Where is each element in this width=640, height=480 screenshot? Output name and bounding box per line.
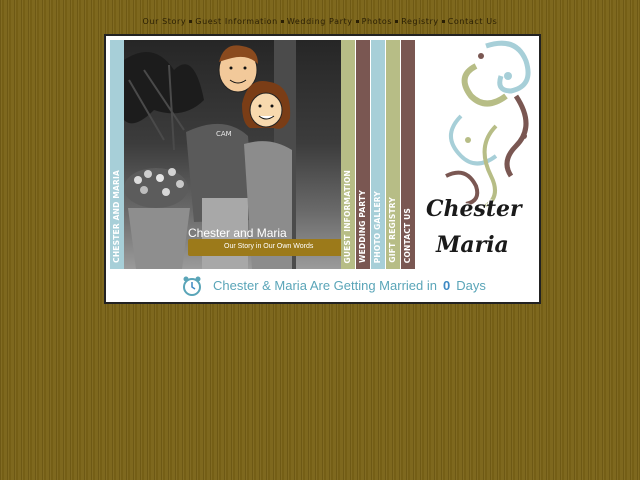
nav-contact-us[interactable]: Contact Us [448, 17, 498, 26]
nav-separator [441, 19, 445, 23]
main-panel: CHESTER AND MARIA CAM Chester and Maria … [106, 36, 539, 302]
svg-text:CAM: CAM [216, 130, 232, 138]
nav-bar-label: PHOTO GALLERY [373, 190, 382, 263]
nav-separator [395, 19, 399, 23]
nav-bar-wedding-party[interactable]: WEDDING PARTY [356, 40, 370, 269]
nav-bar-label: WEDDING PARTY [358, 190, 367, 263]
nav-bar-label: GIFT REGISTRY [388, 197, 397, 263]
nav-bar-label: GUEST INFORMATION [343, 169, 352, 263]
alarm-clock-icon [182, 276, 202, 296]
nav-bar-label: CONTACT US [403, 207, 412, 263]
countdown-suffix: Days [456, 278, 486, 293]
nav-bar-photo-gallery[interactable]: PHOTO GALLERY [371, 40, 385, 269]
couple-photo: CAM Chester and Maria Our Story in Our O… [124, 40, 341, 269]
nav-photos[interactable]: Photos [362, 17, 393, 26]
caption-subtitle: Our Story in Our Own Words [224, 243, 314, 250]
nav-guest-information[interactable]: Guest Information [195, 17, 278, 26]
left-strip-label: CHESTER AND MARIA [112, 170, 121, 263]
nav-separator [355, 19, 359, 23]
nav-wedding-party[interactable]: Wedding Party [287, 17, 353, 26]
countdown-text: Chester & Maria Are Getting Married in 0 D… [213, 278, 486, 293]
nav-bar-gift-registry[interactable]: GIFT REGISTRY [386, 40, 400, 269]
nav-registry[interactable]: Registry [401, 17, 439, 26]
countdown-days: 0 [442, 278, 451, 293]
nav-separator [280, 19, 284, 23]
main-frame: CHESTER AND MARIA CAM Chester and Maria … [104, 34, 541, 304]
left-strip[interactable]: CHESTER AND MARIA [110, 40, 124, 269]
caption-title: Chester and Maria [188, 226, 287, 240]
nav-bar-guest-information[interactable]: GUEST INFORMATION [341, 40, 355, 269]
logo-name-2: Maria [436, 232, 509, 258]
nav-bar-contact-us[interactable]: CONTACT US [401, 40, 415, 269]
countdown-prefix: Chester & Maria Are Getting Married in [213, 278, 437, 293]
nav-our-story[interactable]: Our Story [143, 17, 187, 26]
nav-separator [189, 19, 193, 23]
chester-maria-logo: Chester Maria [416, 36, 539, 269]
logo-name-1: Chester [426, 196, 522, 222]
top-nav: Our Story Guest Information Wedding Party P… [0, 17, 640, 26]
